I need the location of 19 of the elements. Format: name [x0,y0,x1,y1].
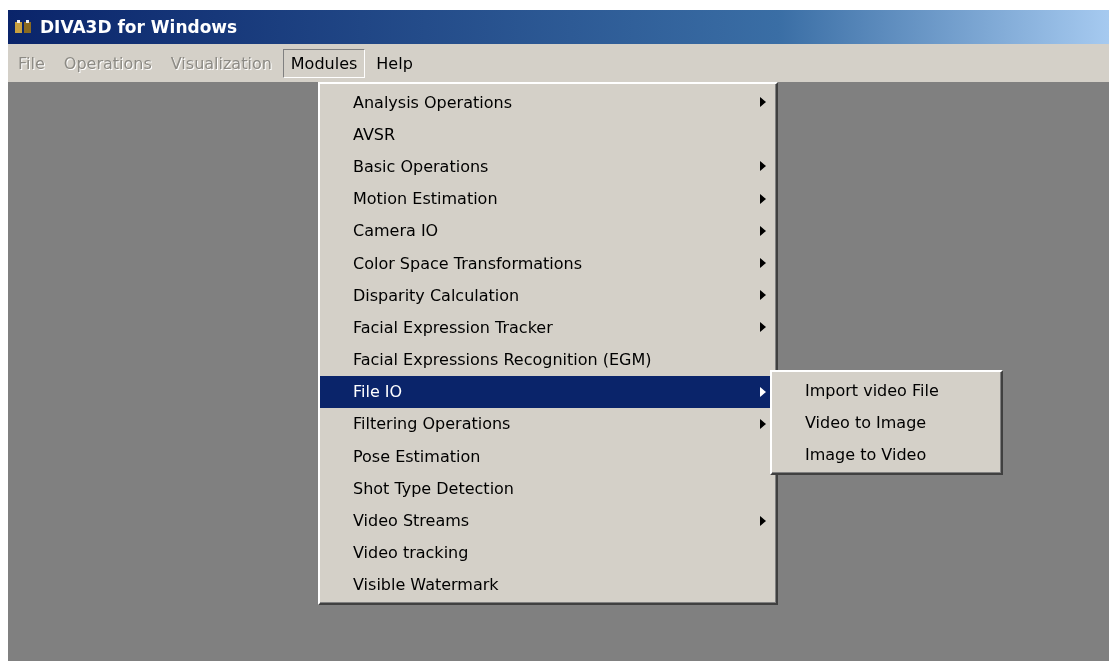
menu-bar-item[interactable]: Help [368,48,421,78]
menu-item[interactable]: Motion Estimation [320,182,776,215]
menu-item[interactable]: Shot Type Detection [320,472,776,505]
menu-item[interactable]: Image to Video [772,438,1001,471]
menu-item[interactable]: Facial Expressions Recognition (EGM) [320,343,776,376]
menu-item[interactable]: Video Streams [320,504,776,537]
menu-item[interactable]: AVSR [320,118,776,151]
menu-item[interactable]: Facial Expression Tracker [320,311,776,344]
menu-item[interactable]: Basic Operations [320,150,776,183]
menu-item[interactable]: Video tracking [320,536,776,569]
menu-item[interactable]: Disparity Calculation [320,279,776,312]
window-title: DIVA3D for Windows [40,17,238,37]
menu-item[interactable]: Camera IO [320,214,776,247]
menu-item[interactable]: Video to Image [772,406,1001,439]
app-icon [14,19,32,35]
menu-item[interactable]: Analysis Operations [320,86,776,119]
menu-bar-item[interactable]: Modules [282,48,366,78]
menu-item[interactable]: Visible Watermark [320,568,776,601]
menu-item[interactable]: Color Space Transformations [320,246,776,280]
